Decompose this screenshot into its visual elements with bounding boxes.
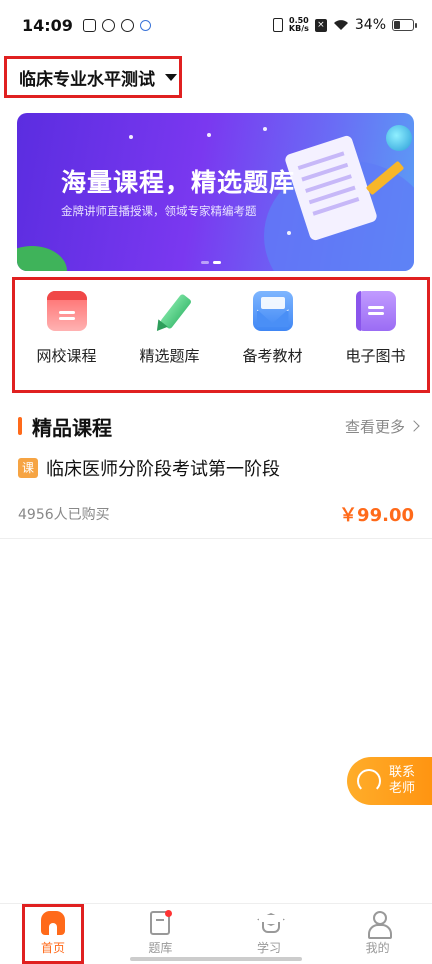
quick-nav-question-bank[interactable]: 精选题库 — [118, 280, 221, 390]
battery-percent: 34% — [354, 17, 386, 33]
battery-icon — [392, 19, 417, 31]
nav-profile[interactable]: 我的 — [323, 904, 432, 964]
nav-label: 首页 — [40, 941, 65, 955]
alert-icon — [120, 18, 134, 32]
sparkle-decoration — [287, 231, 291, 235]
view-more-link[interactable]: 查看更多 — [344, 416, 420, 437]
banner-subtitle: 金牌讲师直播授课，领域专家精编考题 — [61, 204, 257, 218]
notification-dot — [165, 910, 173, 917]
sync-icon — [101, 18, 115, 32]
network-speed-unit: KB/s — [288, 24, 309, 33]
no-sim-icon: × — [314, 18, 327, 32]
bottom-nav: 首页 题库 学习 我的 — [0, 903, 432, 964]
banner-dot — [201, 261, 209, 264]
quick-nav-ebooks[interactable]: 电子图书 — [324, 280, 427, 390]
wifi-icon — [333, 20, 348, 30]
banner-dot-active — [213, 261, 221, 264]
quick-nav-study-materials[interactable]: 备考教材 — [221, 280, 324, 390]
network-speed: 0.50 KB/s — [289, 17, 309, 33]
gear-notification-icon — [139, 19, 151, 31]
notification-app-icon — [82, 18, 96, 32]
quick-nav-label: 备考教材 — [242, 347, 303, 365]
section-accent-bar — [18, 417, 22, 435]
course-tag-badge: 课 — [18, 458, 38, 478]
course-title-row: 课 临床医师分阶段考试第一阶段 — [18, 455, 414, 481]
exam-selector-dropdown[interactable]: 临床专业水平测试 — [4, 56, 182, 98]
envelope-icon — [252, 291, 293, 331]
nav-home[interactable]: 首页 — [22, 904, 84, 964]
course-price: ￥99.00 — [339, 505, 414, 526]
chevron-right-icon — [408, 420, 420, 432]
featured-courses-header: 精品课程 查看更多 — [18, 410, 420, 442]
sparkle-decoration — [263, 127, 267, 131]
quick-nav-label: 精选题库 — [139, 347, 200, 365]
banner-pagination — [201, 261, 221, 264]
question-bank-icon — [147, 910, 173, 936]
nav-label: 题库 — [148, 941, 173, 955]
nav-label: 学习 — [257, 941, 282, 955]
quick-nav: 网校课程 精选题库 备考教材 电子图书 — [12, 277, 430, 393]
view-more-label: 查看更多 — [344, 417, 405, 436]
quick-nav-label: 网校课程 — [36, 347, 97, 365]
course-title: 临床医师分阶段考试第一阶段 — [46, 459, 280, 480]
banner-title: 海量课程，精选题库 — [61, 168, 296, 197]
quick-nav-online-course[interactable]: 网校课程 — [15, 280, 118, 390]
home-icon — [40, 910, 66, 936]
battery-level — [394, 21, 400, 29]
section-title: 精品课程 — [32, 415, 112, 440]
vibrate-icon — [272, 18, 283, 32]
status-bar: 14:09 0.50 KB/s × 34% — [0, 0, 432, 50]
pencil-icon — [150, 291, 192, 335]
contact-teacher-button[interactable]: 联系老师 — [347, 757, 432, 805]
contact-teacher-label: 联系老师 — [389, 765, 416, 796]
graduation-cap-icon — [256, 910, 282, 936]
home-indicator[interactable] — [130, 957, 302, 961]
sparkle-decoration — [207, 133, 211, 137]
quick-nav-label: 电子图书 — [345, 347, 406, 365]
divider — [0, 538, 432, 539]
banner-leaf-decoration — [17, 246, 67, 271]
globe-illustration — [386, 125, 412, 151]
exam-selector-label: 临床专业水平测试 — [19, 69, 155, 90]
course-card[interactable]: 课 临床医师分阶段考试第一阶段 4956人已购买 ￥99.00 — [18, 455, 414, 527]
promo-banner[interactable]: 海量课程，精选题库 金牌讲师直播授课，领域专家精编考题 — [17, 113, 414, 271]
caret-down-icon — [165, 73, 177, 81]
course-meta: 4956人已购买 ￥99.00 — [18, 501, 414, 527]
nav-label: 我的 — [365, 941, 390, 955]
sparkle-decoration — [129, 135, 133, 139]
ebook-icon — [355, 291, 396, 331]
nav-question-bank[interactable]: 题库 — [106, 904, 215, 964]
nav-study[interactable]: 学习 — [215, 904, 324, 964]
status-left: 14:09 — [22, 16, 151, 35]
status-time: 14:09 — [22, 15, 73, 35]
headset-icon — [357, 769, 381, 793]
online-course-icon — [46, 291, 87, 331]
status-right: 0.50 KB/s × 34% — [272, 17, 417, 33]
user-icon — [365, 910, 392, 939]
course-buyers-count: 4956人已购买 — [18, 507, 110, 523]
